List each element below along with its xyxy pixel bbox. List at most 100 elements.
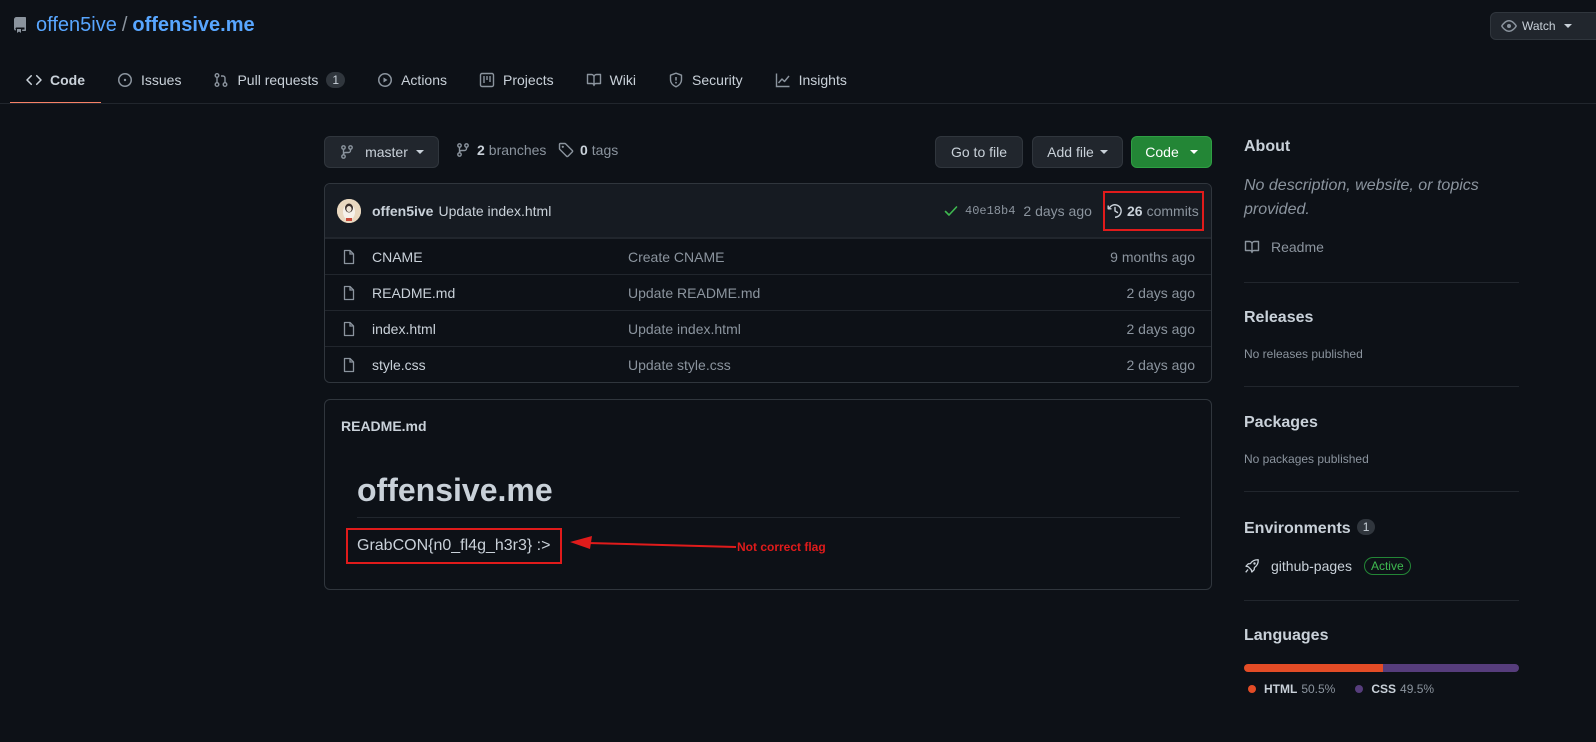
tabs-divider [0,103,1596,104]
language-color-dot [1355,685,1364,693]
readme-heading: offensive.me [357,472,553,508]
git-branch-icon [339,144,355,160]
book-icon [1244,239,1260,255]
languages-bar [1244,664,1519,672]
code-dropdown-button[interactable]: Code [1131,136,1212,168]
branches-link[interactable]: 2 branches [455,142,546,158]
environment-name: github-pages [1271,558,1352,574]
tab-label: Actions [401,72,448,88]
sidebar-divider [1244,600,1519,601]
file-row[interactable]: index.html Update index.html 2 days ago [325,310,1211,346]
language-name: HTML [1264,682,1298,696]
tab-actions[interactable]: Actions [361,58,463,102]
repo-name-link[interactable]: offensive.me [132,14,254,37]
shield-icon [668,72,684,88]
tab-pull-requests[interactable]: Pull requests 1 [197,58,361,102]
graph-icon [775,72,791,88]
check-icon[interactable] [943,203,959,219]
tab-label: Insights [798,72,847,88]
file-name-link[interactable]: CNAME [372,249,423,265]
code-icon [26,72,42,88]
file-browser: offen5ive Update index.html 40e18b4 2 da… [324,183,1212,383]
sidebar-divider [1244,282,1519,283]
tab-label: Pull requests [237,72,319,88]
chevron-down-icon [1099,150,1108,154]
tab-label: Projects [503,72,554,88]
language-item-css[interactable]: CSS 49.5% [1351,682,1434,696]
play-icon [377,72,393,88]
commit-meta: 40e18b4 2 days ago [943,184,1092,238]
tab-projects[interactable]: Projects [463,58,570,102]
environments-title[interactable]: Environments 1 [1244,519,1376,538]
releases-title[interactable]: Releases [1244,309,1313,327]
file-commit-message[interactable]: Update index.html [628,321,741,337]
tab-issues[interactable]: Issues [101,58,197,102]
file-icon [341,249,357,265]
tab-wiki[interactable]: Wiki [570,58,652,102]
file-row[interactable]: style.css Update style.css 2 days ago [325,346,1211,382]
environment-item[interactable]: github-pages Active [1244,557,1411,575]
file-name-link[interactable]: README.md [372,285,455,301]
commits-count: 26 [1127,203,1143,219]
add-file-button[interactable]: Add file [1032,136,1123,168]
chevron-down-icon [415,150,424,154]
readme-link[interactable]: Readme [1244,239,1324,255]
file-commit-message[interactable]: Update style.css [628,357,731,373]
about-title: About [1244,138,1291,155]
file-row[interactable]: README.md Update README.md 2 days ago [325,274,1211,310]
tab-label: Issues [141,72,182,88]
project-icon [479,72,495,88]
readme-filename[interactable]: README.md [341,418,427,434]
languages-legend: HTML 50.5% CSS 49.5% [1244,682,1450,696]
language-color-dot [1248,685,1256,693]
readme-divider [357,517,1180,518]
file-icon [341,285,357,301]
git-branch-icon [455,142,471,158]
environments-label: Environments [1244,520,1351,537]
flag-text-highlight: GrabCON{n0_fl4g_h3r3} :> [346,528,562,564]
about-description: No description, website, or topics provi… [1244,177,1479,218]
tag-icon [558,142,574,158]
repo-owner-link[interactable]: offen5ive [36,14,117,37]
environments-counter: 1 [1356,519,1376,535]
file-age: 9 months ago [1110,248,1195,265]
file-row[interactable]: CNAME Create CNAME 9 months ago [325,238,1211,274]
latest-commit: offen5ive Update index.html 40e18b4 2 da… [325,184,1211,238]
file-name-link[interactable]: style.css [372,357,426,373]
file-age: 2 days ago [1126,320,1196,337]
repo-title: offen5ive / offensive.me [12,12,255,38]
commit-author-link[interactable]: offen5ive [372,203,433,219]
language-name: CSS [1371,682,1397,696]
repo-nav-tabs: Code Issues Pull requests 1 Actions Proj… [10,58,863,104]
file-name-link[interactable]: index.html [372,321,436,337]
commits-label: commits [1146,203,1199,219]
language-bar-html [1244,664,1383,672]
tab-code[interactable]: Code [10,58,101,104]
commit-message-link[interactable]: Update index.html [438,203,551,219]
avatar[interactable] [337,198,361,223]
go-to-file-button[interactable]: Go to file [935,136,1023,168]
tags-label: tags [591,142,619,158]
eye-icon [1501,18,1517,34]
language-bar-css [1382,664,1519,672]
commits-history-link[interactable]: 26 commits [1103,191,1204,231]
packages-title[interactable]: Packages [1244,414,1318,432]
tab-insights[interactable]: Insights [759,58,863,102]
file-commit-message[interactable]: Update README.md [628,285,760,301]
branch-select-button[interactable]: master [324,136,439,168]
rocket-icon [1244,558,1260,574]
pull-requests-counter: 1 [326,72,346,88]
language-item-html[interactable]: HTML 50.5% [1244,682,1335,696]
repo-icon [12,17,28,33]
readme-link-label: Readme [1271,239,1324,255]
tags-link[interactable]: 0 tags [558,142,618,158]
add-file-label: Add file [1047,144,1094,160]
watch-button[interactable]: Watch [1490,12,1596,40]
file-commit-message[interactable]: Create CNAME [628,249,724,265]
issue-opened-icon [117,72,133,88]
annotation-arrow [570,536,737,549]
commit-sha-link[interactable]: 40e18b4 [965,204,1015,218]
tab-label: Security [692,72,743,88]
annotation-label: Not correct flag [737,540,826,554]
tab-security[interactable]: Security [652,58,759,102]
